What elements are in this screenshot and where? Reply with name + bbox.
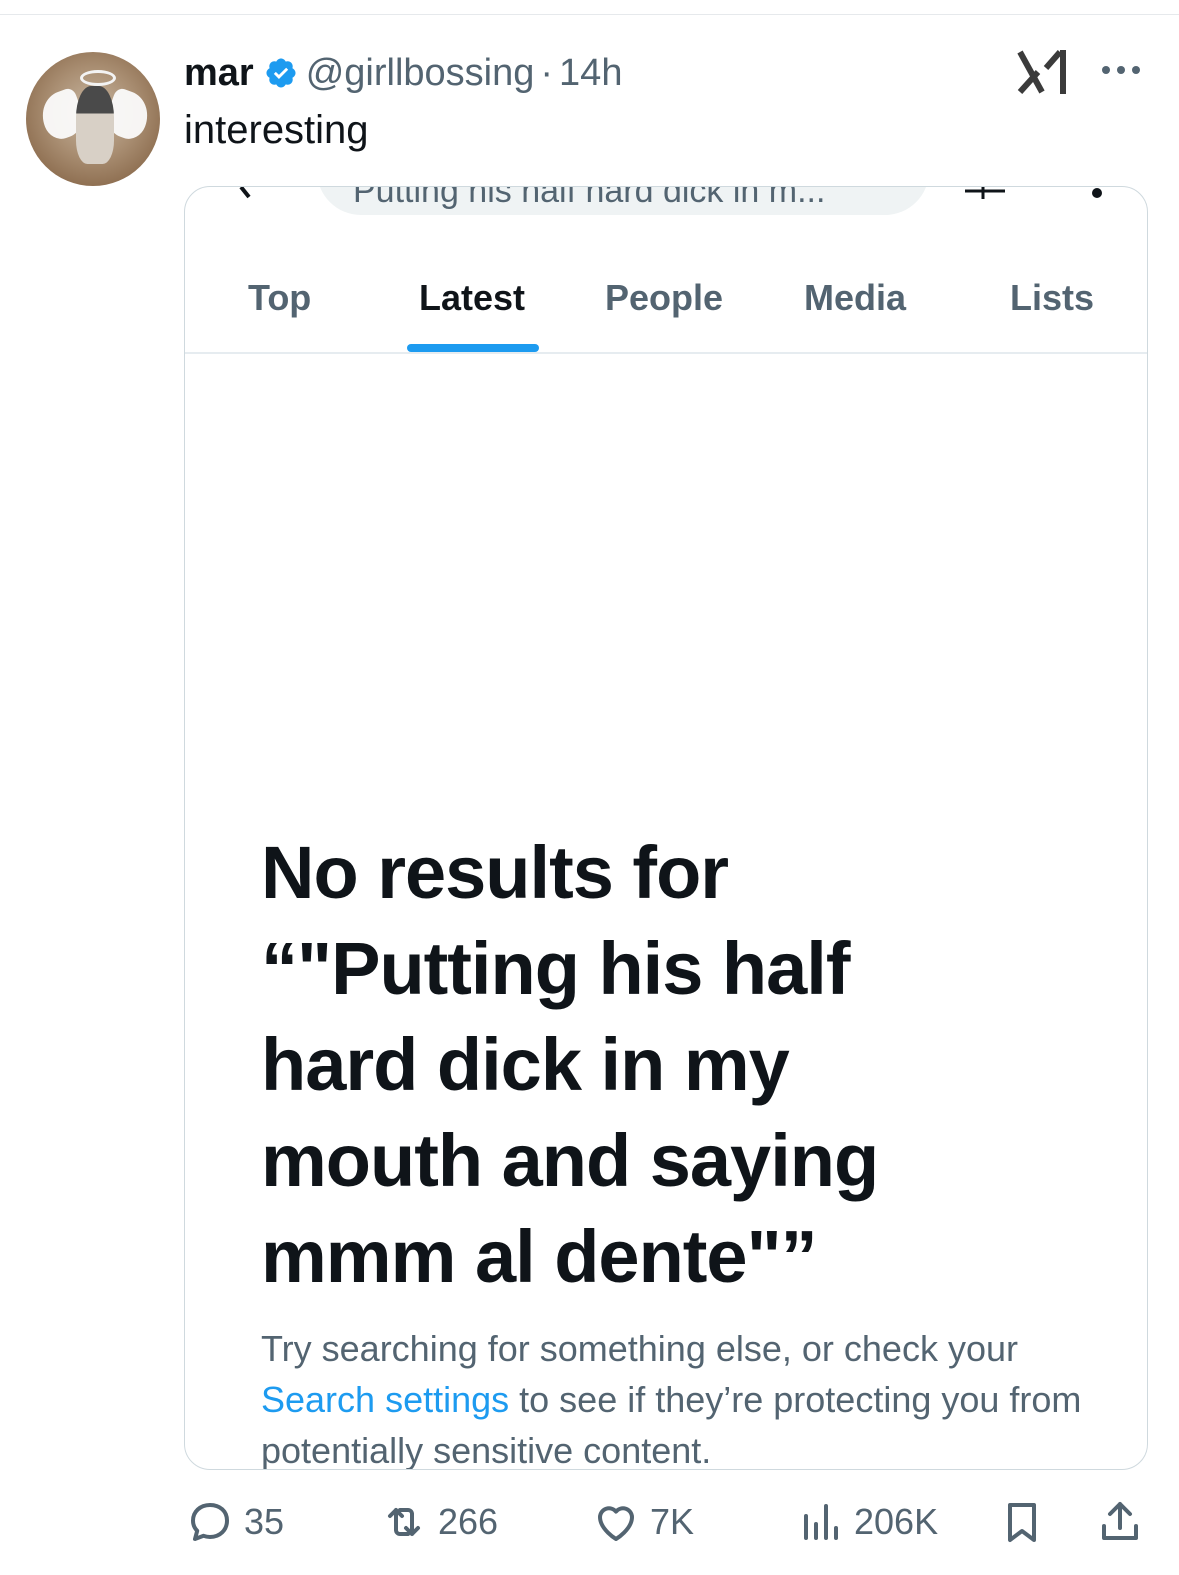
- handle[interactable]: @girllbossing: [306, 52, 535, 95]
- top-divider: [0, 14, 1179, 15]
- no-results-hint: Try searching for something else, or che…: [261, 1323, 1101, 1469]
- search-bar: Putting his half hard dick in m...: [317, 186, 929, 215]
- no-results-title: No results for “"Putting his half hard d…: [261, 831, 879, 1298]
- more-options-icon[interactable]: [1100, 64, 1142, 76]
- search-tabs: Top Latest People Media Lists: [185, 277, 1147, 353]
- tweet-text: interesting: [184, 108, 369, 152]
- share-button[interactable]: [1096, 1490, 1144, 1554]
- avatar[interactable]: [26, 52, 160, 186]
- separator-dot: ·: [540, 51, 554, 94]
- hint-text-before: Try searching for something else, or che…: [261, 1328, 1018, 1369]
- halo: [80, 70, 116, 86]
- reply-icon: [191, 1503, 229, 1541]
- bookmark-icon: [1008, 1503, 1036, 1542]
- verified-badge-icon: [266, 58, 296, 88]
- tab-latest: Latest: [419, 277, 526, 318]
- tab-top: Top: [248, 277, 312, 318]
- reply-count: 35: [244, 1501, 285, 1542]
- tweet-actions: 35 266 7K 206K: [0, 1490, 1179, 1554]
- embedded-screenshot[interactable]: Putting his half hard dick in m... Top L…: [184, 186, 1148, 1470]
- tweet-header: mar @girllbossing · 14h: [184, 50, 622, 96]
- retweet-button[interactable]: 266: [380, 1490, 498, 1554]
- kebab-menu-icon: [1092, 188, 1102, 198]
- search-settings-link: Search settings: [261, 1379, 510, 1420]
- bookmark-button[interactable]: [998, 1490, 1046, 1554]
- retweet-count: 266: [438, 1501, 499, 1542]
- view-count: 206K: [854, 1501, 939, 1542]
- search-query: Putting his half hard dick in m...: [353, 186, 826, 210]
- cat-figure: [76, 86, 114, 164]
- views-button[interactable]: 206K: [796, 1490, 938, 1554]
- active-tab-indicator: [407, 344, 539, 352]
- heart-icon: [598, 1506, 634, 1541]
- reply-button[interactable]: 35: [186, 1490, 284, 1554]
- back-arrow-icon: [239, 187, 251, 199]
- tab-people: People: [605, 277, 724, 318]
- tab-lists: Lists: [1010, 277, 1095, 318]
- filter-icon: [965, 187, 1005, 199]
- display-name[interactable]: mar: [184, 52, 254, 95]
- grok-icon[interactable]: [1016, 46, 1070, 98]
- tab-media: Media: [804, 277, 907, 318]
- like-count: 7K: [650, 1501, 695, 1542]
- tabs-divider: [185, 352, 1147, 354]
- retweet-icon: [388, 1508, 420, 1536]
- like-button[interactable]: 7K: [592, 1490, 694, 1554]
- timestamp[interactable]: 14h: [559, 52, 622, 95]
- views-chart-icon: [804, 1504, 838, 1540]
- share-icon: [1102, 1502, 1138, 1540]
